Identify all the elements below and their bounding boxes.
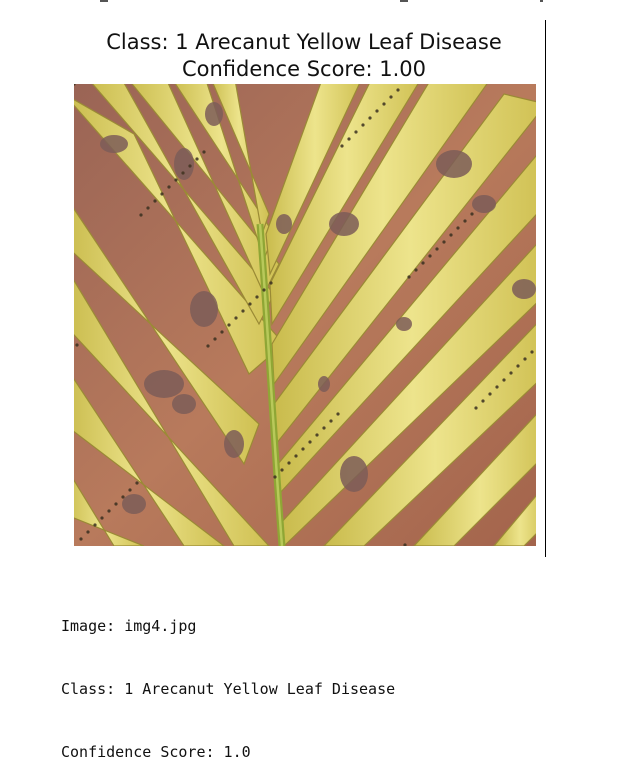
figure-title-class: Class: 1 Arecanut Yellow Leaf Disease: [106, 30, 502, 54]
stdout-class-line: Class: 1 Arecanut Yellow Leaf Disease: [61, 680, 396, 698]
output-area-edge: [545, 20, 546, 557]
stdout-confidence-line: Confidence Score: 1.0: [61, 743, 251, 761]
stdout-image-line: Image: img4.jpg: [61, 617, 197, 635]
figure-title-confidence: Confidence Score: 1.00: [181, 57, 427, 81]
clipped-previous-output: [0, 0, 625, 6]
leaf-photo: [74, 84, 536, 546]
cell-stdout: Image: img4.jpg Class: 1 Arecanut Yellow…: [61, 574, 395, 784]
